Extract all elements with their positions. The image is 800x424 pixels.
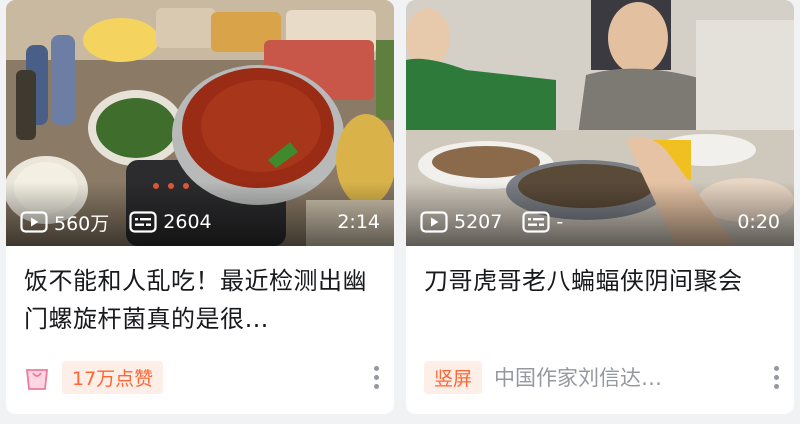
more-options-icon[interactable]: [772, 364, 780, 391]
video-duration: 2:14: [337, 211, 380, 233]
video-thumbnail[interactable]: 5207 - 0:20: [406, 0, 794, 246]
like-count-badge: 17万点赞: [62, 360, 164, 394]
shopping-bag-icon: [26, 369, 48, 390]
video-thumbnail[interactable]: 560万 2604 2:14: [6, 0, 394, 246]
danmaku-count: 2604: [129, 211, 212, 233]
card-footer: 17万点赞: [24, 360, 380, 394]
video-title[interactable]: 饭不能和人乱吃！最近检测出幽门螺旋杆菌真的是很…: [24, 262, 380, 338]
video-duration: 0:20: [737, 211, 780, 233]
video-title[interactable]: 刀哥虎哥老八蝙蝠侠阴间聚会: [424, 262, 780, 300]
danmaku-icon: [129, 211, 157, 233]
video-card-hotpot[interactable]: 560万 2604 2:14 饭不能和人乱吃！最近检测出幽门螺旋杆菌真的是很… …: [6, 0, 394, 414]
danmaku-count-value: 2604: [163, 211, 212, 233]
play-count: 560万: [20, 209, 109, 236]
card-footer: 竖屏 中国作家刘信达…: [424, 360, 780, 394]
danmaku-count: -: [522, 211, 563, 233]
play-count-icon: [420, 211, 448, 233]
author-name[interactable]: 中国作家刘信达…: [494, 362, 662, 392]
danmaku-count-value: -: [556, 211, 564, 233]
play-count-value: 560万: [54, 212, 110, 235]
video-stats: 560万 2604 2:14: [20, 209, 380, 236]
more-options-icon[interactable]: [372, 364, 380, 391]
video-stats: 5207 - 0:20: [420, 210, 780, 234]
danmaku-icon: [522, 211, 550, 233]
play-count-value: 5207: [454, 211, 503, 233]
video-card-party[interactable]: 5207 - 0:20 刀哥虎哥老八蝙蝠侠阴间聚会 竖屏 中国作家刘信达…: [406, 0, 794, 414]
play-count-icon: [20, 211, 48, 233]
vertical-screen-badge: 竖屏: [424, 360, 483, 394]
play-count: 5207: [420, 211, 502, 233]
